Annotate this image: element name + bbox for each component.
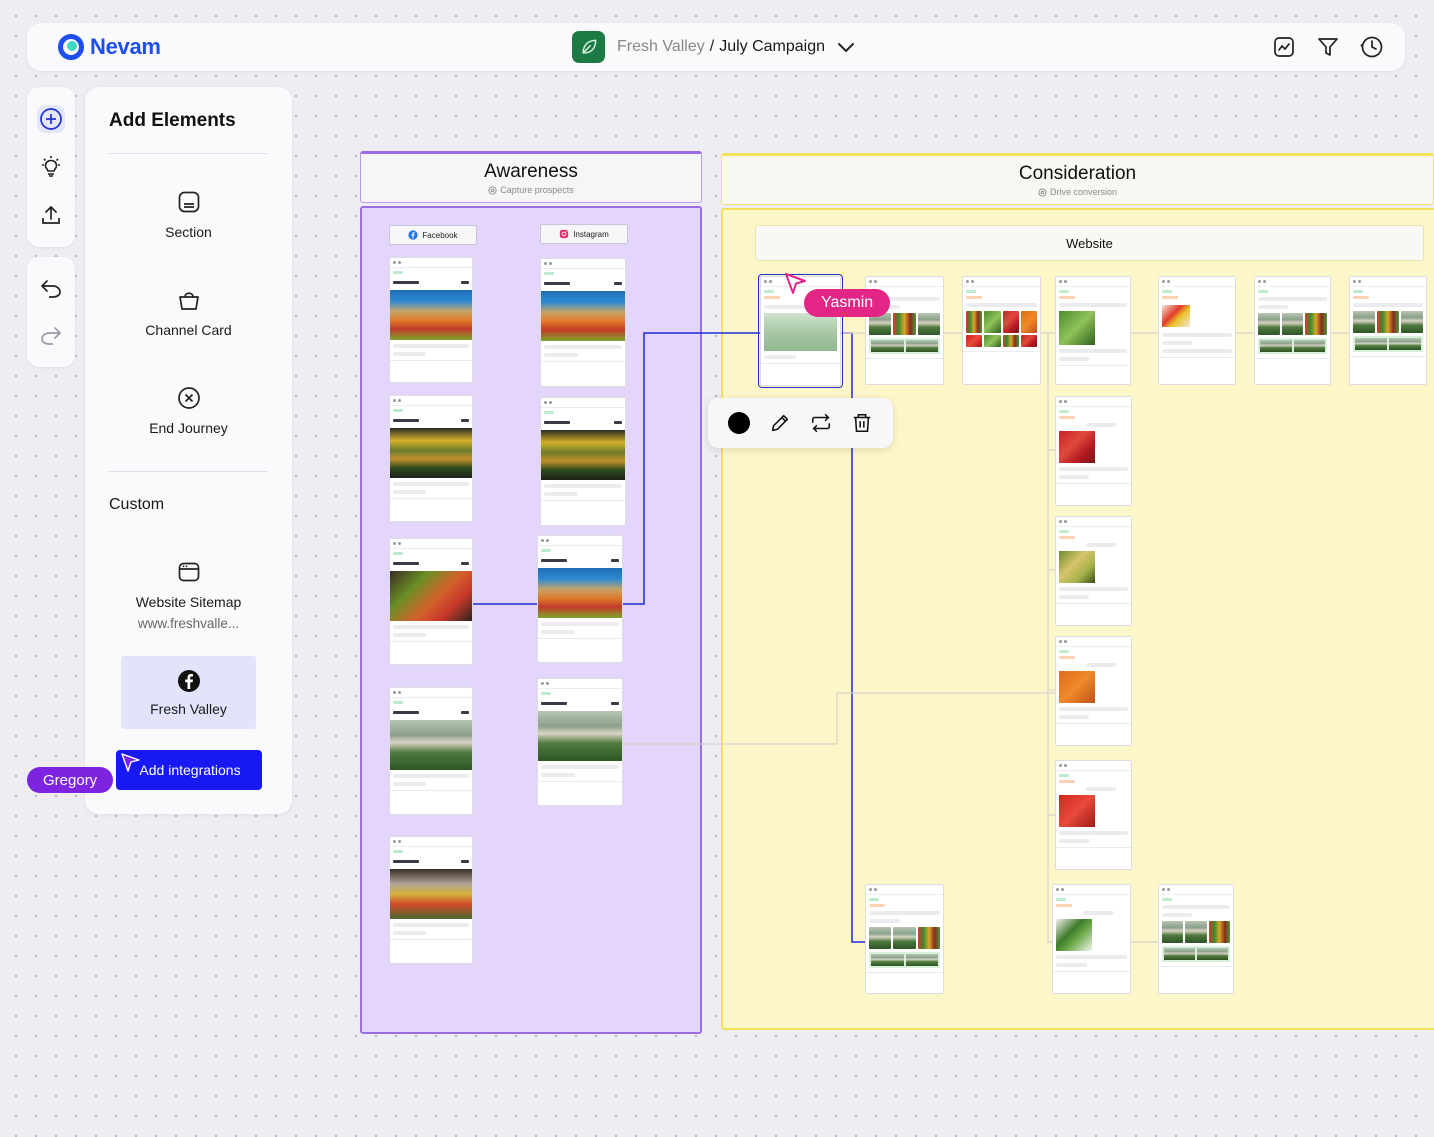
website-page-card[interactable] bbox=[1254, 276, 1331, 385]
website-page-card[interactable] bbox=[1055, 276, 1131, 385]
product-image bbox=[1162, 305, 1190, 327]
website-page-card[interactable] bbox=[1055, 516, 1132, 626]
product-image bbox=[1059, 795, 1095, 827]
color-swatch bbox=[727, 412, 750, 434]
collaborator-yasmin: Yasmin bbox=[804, 289, 891, 317]
trash-icon[interactable] bbox=[848, 409, 876, 437]
color-swatch-button[interactable] bbox=[725, 409, 753, 437]
swap-icon[interactable] bbox=[807, 409, 835, 437]
product-image bbox=[1059, 311, 1095, 345]
product-image bbox=[1056, 919, 1092, 951]
website-page-card[interactable] bbox=[1349, 276, 1427, 385]
page-preview bbox=[764, 313, 837, 351]
product-image bbox=[1059, 551, 1095, 583]
pencil-icon[interactable] bbox=[766, 409, 794, 437]
website-page-card[interactable] bbox=[1158, 884, 1234, 994]
website-page-card[interactable] bbox=[1158, 276, 1236, 385]
website-page-card[interactable] bbox=[865, 884, 944, 994]
website-page-card[interactable] bbox=[962, 276, 1041, 385]
website-page-card[interactable] bbox=[1055, 636, 1132, 746]
website-page-card[interactable] bbox=[1055, 760, 1132, 870]
website-page-card[interactable] bbox=[1052, 884, 1131, 994]
product-image bbox=[1059, 671, 1095, 703]
product-image bbox=[1059, 431, 1095, 463]
website-page-card[interactable] bbox=[1055, 396, 1132, 506]
card-edit-toolbar bbox=[708, 398, 893, 448]
